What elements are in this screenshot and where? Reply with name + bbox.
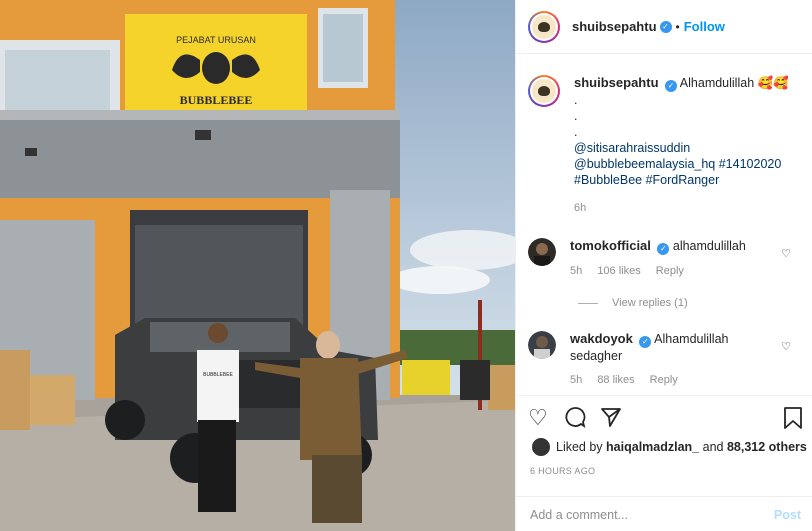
verified-icon: ✓ xyxy=(639,336,652,348)
shirt-text: BUBBLEBEE xyxy=(203,372,233,378)
comment-input[interactable] xyxy=(530,507,774,522)
post-image: PEJABAT URUSAN BUBBLEBEE BUBBLEBEE xyxy=(0,0,515,531)
comment-composer: Post xyxy=(516,496,812,531)
comment-age: 5h xyxy=(570,265,583,277)
heart-icon[interactable]: ♡ xyxy=(528,406,548,430)
comment-item: tomokofficial ✓ alhamdulillah 5h 106 lik… xyxy=(516,238,812,279)
author-avatar[interactable] xyxy=(528,10,560,43)
comment-like-icon[interactable]: ♡ xyxy=(781,340,791,353)
separator-dot: • xyxy=(675,19,680,34)
caption-dot: . xyxy=(574,109,578,123)
author-username[interactable]: shuibsepahtu xyxy=(572,19,657,34)
comment-like-icon[interactable]: ♡ xyxy=(781,247,791,260)
reply-button[interactable]: Reply xyxy=(650,374,678,386)
caption-hashtags[interactable]: #BubbleBee #FordRanger xyxy=(574,172,799,188)
comments-list[interactable]: shuibsepahtu ✓ Alhamdulillah 🥰🥰 . . . @s… xyxy=(516,55,812,395)
liker-username[interactable]: haiqalmadzlan_ xyxy=(606,440,699,454)
comment-text: Alhamdulillah xyxy=(654,332,729,346)
likes-prefix: Liked by xyxy=(556,440,603,454)
post-timestamp: 6 HOURS AGO xyxy=(530,466,596,476)
caption-author-username[interactable]: shuibsepahtu xyxy=(574,75,659,90)
likes-summary: Liked by haiqalmadzlan_ and 88,312 other… xyxy=(532,438,807,456)
commenter-avatar[interactable] xyxy=(528,238,556,266)
action-bar: ♡ xyxy=(528,406,803,432)
caption-author-avatar[interactable] xyxy=(528,75,560,107)
caption-mention[interactable]: @bubblebeemalaysia_hq #14102020 xyxy=(574,156,799,172)
caption: shuibsepahtu ✓ Alhamdulillah 🥰🥰 . . . @s… xyxy=(516,75,812,216)
view-replies-label: View replies (1) xyxy=(612,297,688,309)
commenter-username[interactable]: tomokofficial xyxy=(570,238,651,253)
sign-brand-text: BUBBLEBEE xyxy=(180,93,253,107)
caption-age: 6h xyxy=(574,202,587,214)
reply-button[interactable]: Reply xyxy=(656,265,684,277)
post-actions: ♡ Liked by haiqalmadzlan_ and 88,312 oth… xyxy=(516,395,812,531)
commenter-avatar[interactable] xyxy=(528,331,556,359)
caption-mention[interactable]: @sitisarahraissuddin xyxy=(574,140,799,156)
post-comment-button[interactable]: Post xyxy=(774,508,801,522)
verified-icon: ✓ xyxy=(659,20,672,33)
comment-text: alhamdulillah xyxy=(672,239,746,253)
verified-icon: ✓ xyxy=(657,243,670,255)
comment-likes[interactable]: 106 likes xyxy=(597,265,640,277)
liker-avatar[interactable] xyxy=(532,438,550,456)
post-sidebar: shuibsepahtu ✓ • Follow shuibsepahtu ✓ A… xyxy=(515,0,812,531)
sign-top-text: PEJABAT URUSAN xyxy=(176,35,256,45)
follow-button[interactable]: Follow xyxy=(684,19,725,34)
replies-divider xyxy=(578,302,598,304)
likes-count[interactable]: 88,312 others xyxy=(727,440,807,454)
view-replies-button[interactable]: View replies (1) xyxy=(578,297,688,309)
comment-likes[interactable]: 88 likes xyxy=(597,374,634,386)
verified-icon: ✓ xyxy=(665,80,677,92)
commenter-username[interactable]: wakdoyok xyxy=(570,331,633,346)
caption-dot: . xyxy=(574,93,578,107)
comment-icon[interactable] xyxy=(564,406,586,433)
bookmark-icon[interactable] xyxy=(783,406,803,435)
comment-text-continued: sedagher xyxy=(570,349,623,363)
post-photo[interactable]: PEJABAT URUSAN BUBBLEBEE BUBBLEBEE xyxy=(0,0,515,531)
caption-dot: . xyxy=(574,125,578,139)
comment-item: wakdoyok ✓ Alhamdulillah sedagher 5h 88 … xyxy=(516,331,812,388)
caption-text: Alhamdulillah 🥰🥰 xyxy=(679,76,789,90)
share-icon[interactable] xyxy=(600,406,622,433)
comment-age: 5h xyxy=(570,374,583,386)
likes-middle: and xyxy=(702,440,724,454)
post-header: shuibsepahtu ✓ • Follow xyxy=(516,0,812,54)
